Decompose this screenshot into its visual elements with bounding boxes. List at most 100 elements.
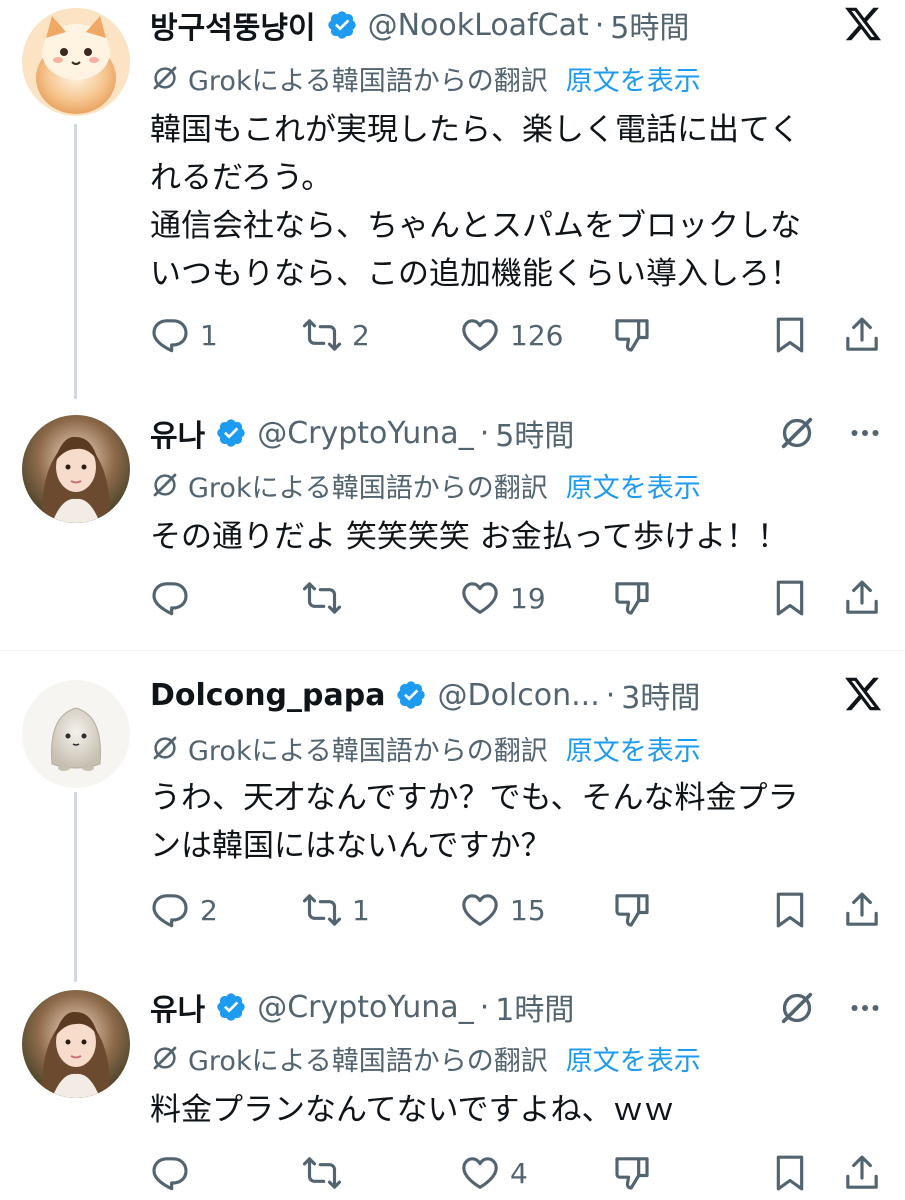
more-options-icon[interactable] <box>847 415 883 451</box>
display-name[interactable]: 유나 <box>150 985 205 1029</box>
avatar[interactable] <box>22 415 130 523</box>
avatar[interactable] <box>22 990 130 1098</box>
user-handle[interactable]: @NookLoafCat <box>368 8 589 43</box>
show-original-link[interactable]: 原文を表示 <box>566 59 701 98</box>
reply-icon <box>150 1153 190 1193</box>
reply-icon <box>150 578 190 618</box>
tweet[interactable]: 방구석뚱냥이 @NookLoafCat · 5時間 Grokによる韓国語からの翻… <box>0 0 905 399</box>
reply-icon <box>150 315 190 355</box>
x-logo-icon[interactable] <box>843 674 883 714</box>
timestamp[interactable]: 5時間 <box>495 411 574 455</box>
heart-icon <box>460 1153 500 1193</box>
display-name[interactable]: 유나 <box>150 411 205 455</box>
timestamp[interactable]: 5時間 <box>610 3 689 47</box>
more-options-icon[interactable] <box>847 990 883 1026</box>
share-button[interactable] <box>842 1148 882 1198</box>
like-count: 4 <box>510 1156 528 1190</box>
repost-icon <box>302 315 342 355</box>
action-bar: 1 2 126 <box>150 310 885 360</box>
grok-icon[interactable] <box>777 988 817 1028</box>
bookmark-button[interactable] <box>770 573 810 623</box>
avatar[interactable] <box>22 680 130 788</box>
grok-icon <box>150 1043 180 1073</box>
tweet-text: 韓国もこれが実現したら、楽しく電話に出てく れるだろう。 通信会社なら、ちゃんと… <box>150 112 801 292</box>
repost-count: 2 <box>352 318 370 352</box>
bookmark-button[interactable] <box>770 885 810 935</box>
like-button[interactable]: 19 <box>460 573 546 623</box>
grok-icon <box>150 470 180 500</box>
like-button[interactable]: 4 <box>460 1148 528 1198</box>
avatar[interactable] <box>22 8 130 116</box>
tweet-top-right <box>777 988 883 1028</box>
display-name[interactable]: 방구석뚱냥이 <box>150 3 316 47</box>
tweet-header: 유나 @CryptoYuna_ · 5時間 <box>150 408 875 458</box>
display-name[interactable]: Dolcong_papa <box>150 678 385 713</box>
reply-count: 1 <box>200 318 218 352</box>
action-bar: 19 <box>150 573 885 623</box>
repost-button[interactable]: 1 <box>302 885 370 935</box>
user-handle[interactable]: @CryptoYuna_ <box>257 990 474 1025</box>
grok-icon <box>150 733 180 763</box>
show-original-link[interactable]: 原文を表示 <box>566 729 701 768</box>
reply-button[interactable]: 2 <box>150 885 218 935</box>
x-logo-icon[interactable] <box>843 4 883 44</box>
tweet-text: 料金プランなんてないですよね、ｗｗ <box>150 1092 675 1128</box>
dislike-button[interactable] <box>612 573 652 623</box>
user-handle[interactable]: @CryptoYuna_ <box>257 416 474 451</box>
share-icon <box>842 1153 882 1193</box>
translation-label: Grokによる韓国語からの翻訳 <box>188 1045 548 1077</box>
translation-label: Grokによる韓国語からの翻訳 <box>188 735 548 767</box>
heart-icon <box>460 890 500 930</box>
repost-button[interactable]: 2 <box>302 310 370 360</box>
heart-icon <box>460 315 500 355</box>
heart-icon <box>460 578 500 618</box>
dislike-icon <box>612 578 652 618</box>
reply-button[interactable] <box>150 1148 200 1198</box>
repost-button[interactable] <box>302 573 352 623</box>
bookmark-button[interactable] <box>770 310 810 360</box>
tweet[interactable]: 유나 @CryptoYuna_ · 1時間 Grokによる韓国語からの翻訳 原文… <box>0 980 905 1200</box>
timestamp[interactable]: 3時間 <box>621 673 700 717</box>
user-handle[interactable]: @Dolcon... <box>437 678 599 713</box>
tweet-text: うわ、天才なんですか？でも、そんな料金プラ ンは韓国にはないんですか？ <box>150 780 799 864</box>
grok-icon <box>150 63 180 93</box>
translation-notice: Grokによる韓国語からの翻訳 原文を表示 <box>150 728 701 768</box>
tweet-top-right <box>843 674 883 714</box>
like-count: 126 <box>510 318 564 352</box>
share-icon <box>842 315 882 355</box>
share-button[interactable] <box>842 310 882 360</box>
dislike-button[interactable] <box>612 310 652 360</box>
repost-icon <box>302 890 342 930</box>
tweet[interactable]: Dolcong_papa @Dolcon... · 3時間 Grokによる韓国語… <box>0 668 905 982</box>
repost-count: 1 <box>352 893 370 927</box>
show-original-link[interactable]: 原文を表示 <box>566 1039 701 1078</box>
share-icon <box>842 890 882 930</box>
translation-notice: Grokによる韓国語からの翻訳 原文を表示 <box>150 58 701 98</box>
repost-icon <box>302 1153 342 1193</box>
bookmark-icon <box>770 1153 810 1193</box>
translation-notice: Grokによる韓国語からの翻訳 原文を表示 <box>150 1038 701 1078</box>
repost-button[interactable] <box>302 1148 352 1198</box>
thread-line <box>74 124 77 399</box>
show-original-link[interactable]: 原文を表示 <box>566 466 701 505</box>
dislike-icon <box>612 315 652 355</box>
dislike-button[interactable] <box>612 1148 652 1198</box>
bookmark-icon <box>770 578 810 618</box>
grok-icon[interactable] <box>777 413 817 453</box>
separator: · <box>605 677 616 713</box>
tweet[interactable]: 유나 @CryptoYuna_ · 5時間 Grokによる韓国語からの翻訳 原文… <box>0 405 905 650</box>
verified-badge-icon <box>326 9 358 41</box>
tweet-text: その通りだよ 笑笑笑笑 お金払って歩けよ！！ <box>150 519 789 555</box>
reply-button[interactable]: 1 <box>150 310 218 360</box>
reply-button[interactable] <box>150 573 200 623</box>
dislike-icon <box>612 890 652 930</box>
dislike-button[interactable] <box>612 885 652 935</box>
like-button[interactable]: 126 <box>460 310 563 360</box>
like-button[interactable]: 15 <box>460 885 546 935</box>
verified-badge-icon <box>215 417 247 449</box>
timestamp[interactable]: 1時間 <box>495 985 574 1029</box>
bookmark-button[interactable] <box>770 1148 810 1198</box>
share-button[interactable] <box>842 573 882 623</box>
share-button[interactable] <box>842 885 882 935</box>
verified-badge-icon <box>215 991 247 1023</box>
